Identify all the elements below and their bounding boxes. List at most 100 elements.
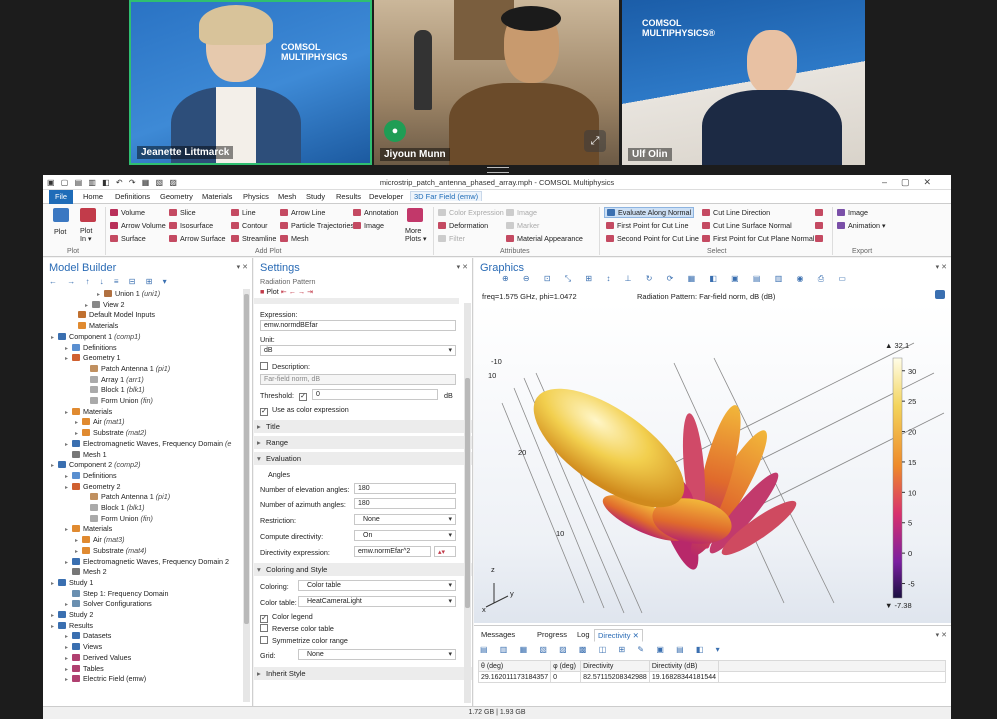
- tree-item[interactable]: ▸ Tables: [65, 664, 104, 673]
- tab-directivity[interactable]: Directivity ✕: [594, 629, 643, 642]
- tab-log[interactable]: Log: [574, 629, 593, 640]
- tree-item[interactable]: Mesh 1: [65, 450, 107, 459]
- first-point-cut-line-button[interactable]: First Point for Cut Line: [606, 221, 689, 230]
- tree-item[interactable]: ▸ Derived Values: [65, 653, 131, 662]
- model-builder-scrollbar[interactable]: [243, 289, 250, 702]
- tree-item[interactable]: Step 1: Frequency Domain: [65, 589, 169, 598]
- tree-item[interactable]: ▸ Air (mat3): [75, 535, 125, 544]
- line-button[interactable]: Line: [231, 208, 256, 217]
- color-legend-checkbox[interactable]: ✓ Color legend: [260, 612, 313, 623]
- arrow-volume-button[interactable]: Arrow Volume: [110, 221, 166, 230]
- restriction-select[interactable]: None: [354, 514, 456, 525]
- expand-toggle-icon[interactable]: ▸: [75, 548, 82, 555]
- annotation-button[interactable]: Annotation: [353, 208, 398, 217]
- expand-toggle-icon[interactable]: ▸: [75, 430, 82, 437]
- video-tile-1[interactable]: COMSOL MULTIPHYSICS Jeanette Littmarck: [129, 0, 372, 165]
- tree-item[interactable]: ▸ Materials: [65, 524, 112, 533]
- expand-toggle-icon[interactable]: ▸: [65, 484, 72, 491]
- threshold-input[interactable]: 0: [312, 389, 438, 400]
- window-controls[interactable]: –▢✕: [882, 177, 945, 188]
- cut-line-direction-button[interactable]: Cut Line Direction: [702, 208, 770, 217]
- tree-item[interactable]: ▸ Component 1 (comp1): [51, 332, 141, 341]
- menu-file[interactable]: File: [49, 190, 73, 204]
- expand-toggle-icon[interactable]: ▸: [65, 633, 72, 640]
- tree-item[interactable]: ▸ Electric Field (emw): [65, 674, 146, 683]
- expand-toggle-icon[interactable]: ▸: [65, 355, 72, 362]
- tree-item[interactable]: ▸ Union 1 (uni1): [97, 289, 160, 298]
- tree-item[interactable]: ▸ Datasets: [65, 631, 111, 640]
- arrow-line-button[interactable]: Arrow Line: [280, 208, 325, 217]
- expression-input[interactable]: emw.normdBEfar: [260, 320, 456, 331]
- expand-toggle-icon[interactable]: ▸: [65, 676, 72, 683]
- tree-item[interactable]: ▸ Views: [65, 642, 102, 651]
- section-range[interactable]: Range: [254, 436, 472, 449]
- plot-button[interactable]: Plot: [54, 227, 66, 236]
- tree-item[interactable]: ▸ Definitions: [65, 343, 117, 352]
- expand-icon[interactable]: ⤢: [584, 130, 606, 152]
- deformation-button[interactable]: Deformation: [438, 221, 488, 230]
- tree-item[interactable]: Patch Antenna 1 (pi1): [83, 364, 170, 373]
- use-color-checkbox[interactable]: ✓ Use as color expression: [260, 405, 349, 416]
- tree-item[interactable]: Mesh 2: [65, 567, 107, 576]
- pin-icon[interactable]: ▾ ✕: [237, 263, 248, 271]
- streamline-button[interactable]: Streamline: [231, 234, 276, 243]
- compute-directivity-select[interactable]: On: [354, 530, 456, 541]
- slice-button[interactable]: Slice: [169, 208, 196, 217]
- table-row[interactable]: 29.162011173184357 0 82.57115208342988 1…: [477, 671, 946, 683]
- expand-toggle-icon[interactable]: ▸: [75, 537, 82, 544]
- surface-button[interactable]: Surface: [110, 234, 146, 243]
- expand-toggle-icon[interactable]: ▸: [65, 409, 72, 416]
- material-appearance-button[interactable]: Material Appearance: [506, 234, 583, 243]
- menu-study[interactable]: Study: [306, 192, 325, 201]
- graphics-settings-icon[interactable]: [935, 290, 945, 299]
- tree-item[interactable]: Array 1 (arr1): [83, 375, 144, 384]
- tree-item[interactable]: ▸ Electromagnetic Waves, Frequency Domain…: [65, 439, 231, 448]
- cut-line-surface-normal-button[interactable]: Cut Line Surface Normal: [702, 221, 792, 230]
- more-plots-button[interactable]: More Plots ▾: [405, 227, 429, 243]
- plot-toolbar-button[interactable]: ■ Plot ⇤ ← → ⇥: [260, 287, 313, 296]
- filter-button[interactable]: Filter: [438, 234, 465, 243]
- unit-select[interactable]: dB: [260, 345, 456, 356]
- expand-toggle-icon[interactable]: ▸: [65, 473, 72, 480]
- tree-item[interactable]: Form Union (fin): [83, 514, 153, 523]
- table-toolbar[interactable]: ▤ ▥ ▦ ▧ ▨ ▩ ◫ ⊞ ✎ ▣ ▤ ◧ ▾: [480, 645, 725, 654]
- pin-icon[interactable]: ▾ ✕: [936, 631, 947, 639]
- graphics-toolbar[interactable]: ⊕ ⊖ ⊡ ⤡ ⊞ ↕ ⊥ ↻ ⟳ ▦ ◧ ▣ ▤ ▥ ◉ ⎙ ▭: [474, 274, 951, 287]
- description-input[interactable]: Far-field norm, dB: [260, 374, 456, 385]
- video-tile-3[interactable]: COMSOL MULTIPHYSICS® Ulf Olin: [622, 0, 865, 165]
- expand-toggle-icon[interactable]: ▸: [65, 666, 72, 673]
- symmetrize-checkbox[interactable]: Symmetrize color range: [260, 636, 348, 645]
- video-tile-2[interactable]: ● ⤢ Jiyoun Munn: [374, 0, 619, 165]
- pin-icon[interactable]: ▾ ✕: [936, 263, 947, 271]
- expand-toggle-icon[interactable]: ▸: [51, 334, 58, 341]
- tree-item[interactable]: Materials: [71, 321, 118, 330]
- second-point-cut-line-button[interactable]: Second Point for Cut Line: [606, 234, 699, 243]
- select-tool-3[interactable]: [815, 234, 826, 243]
- marker-button[interactable]: Marker: [506, 221, 539, 230]
- menu-developer[interactable]: Developer: [369, 192, 403, 201]
- menu-3d-far-field[interactable]: 3D Far Field (emw): [410, 191, 483, 201]
- expand-toggle-icon[interactable]: ▸: [65, 655, 72, 662]
- tree-item[interactable]: ▸ Definitions: [65, 471, 117, 480]
- expand-toggle-icon[interactable]: ▸: [75, 419, 82, 426]
- tree-item[interactable]: ▸ Substrate (mat4): [75, 546, 147, 555]
- color-table-select[interactable]: HeatCameraLight: [298, 596, 456, 607]
- menu-materials[interactable]: Materials: [202, 192, 232, 201]
- expand-toggle-icon[interactable]: ▸: [65, 526, 72, 533]
- directivity-expression-input[interactable]: emw.normEfar^2: [354, 546, 431, 557]
- volume-button[interactable]: Volume: [110, 208, 145, 217]
- tree-item[interactable]: ▸ Substrate (mat2): [75, 428, 147, 437]
- reverse-color-table-checkbox[interactable]: Reverse color table: [260, 624, 334, 633]
- tree-item[interactable]: Patch Antenna 1 (pi1): [83, 492, 170, 501]
- coloring-select[interactable]: Color table: [298, 580, 456, 591]
- color-expression-button[interactable]: Color Expression: [438, 208, 504, 217]
- tree-item[interactable]: Default Model Inputs: [71, 310, 155, 319]
- first-point-cut-plane-normal-button[interactable]: First Point for Cut Plane Normal: [702, 234, 814, 243]
- expand-toggle-icon[interactable]: ▸: [51, 623, 58, 630]
- menu-home[interactable]: Home: [83, 192, 103, 201]
- tree-item[interactable]: ▸ Study 1: [51, 578, 93, 587]
- expand-toggle-icon[interactable]: ▸: [65, 345, 72, 352]
- select-tool-1[interactable]: [815, 208, 826, 217]
- model-builder-toolbar[interactable]: ← → ↑ ↓ ≡ ⊟ ⊞ ▾: [49, 277, 171, 286]
- expand-toggle-icon[interactable]: ▸: [65, 559, 72, 566]
